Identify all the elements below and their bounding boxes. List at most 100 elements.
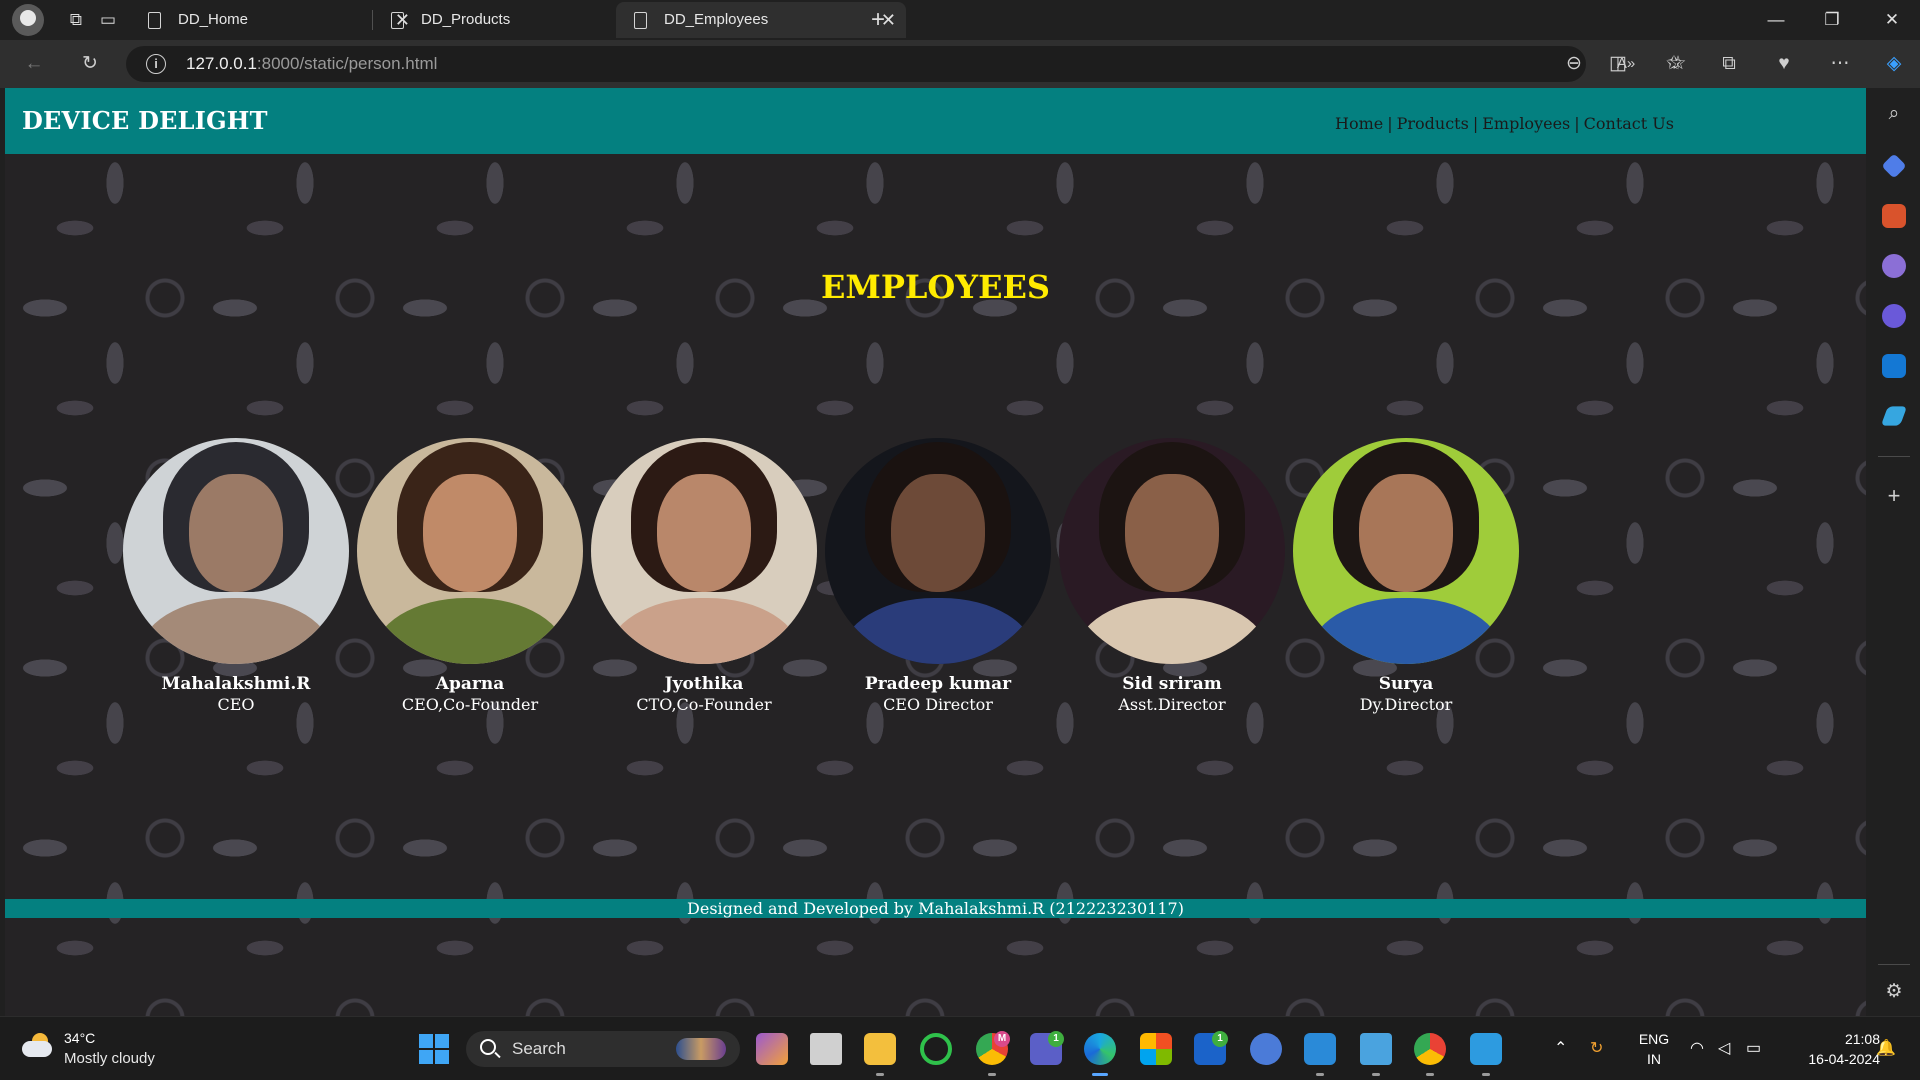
edge-sidebar: ⌕ + ⚙ (1868, 88, 1920, 1016)
file-explorer-icon[interactable] (864, 1033, 896, 1065)
url-text[interactable]: 127.0.0.1:8000/static/person.html (186, 46, 437, 82)
employee-photo (1293, 438, 1519, 664)
nav-employees-link[interactable]: Employees (1482, 114, 1570, 133)
page-icon (391, 12, 404, 29)
taskbar-search-box[interactable]: Search (466, 1031, 740, 1067)
favorites-icon[interactable]: ✩ (1660, 50, 1688, 78)
volume-icon[interactable]: ◁ (1718, 1039, 1730, 1059)
lens-badge: 1 (1212, 1031, 1228, 1047)
nav-home-link[interactable]: Home (1335, 114, 1383, 133)
split-screen-icon[interactable]: ◫ (1604, 50, 1632, 78)
page-title: EMPLOYEES (821, 268, 1050, 306)
microsoft-365-icon[interactable] (1882, 304, 1906, 328)
sync-icon[interactable]: ↻ (1590, 1039, 1603, 1059)
vscode-icon[interactable] (1304, 1033, 1336, 1065)
edge-browser-icon[interactable] (1084, 1033, 1116, 1065)
employee-role: CEO (217, 695, 255, 714)
zoom-icon[interactable]: ⊖ (1560, 50, 1588, 78)
copilot-icon[interactable]: ◈ (1880, 50, 1908, 78)
profile-avatar-icon[interactable] (12, 4, 44, 36)
site-nav: Home | Products | Employees | Contact Us (1335, 114, 1674, 133)
more-options-icon[interactable]: ⋯ (1826, 50, 1854, 78)
page-icon (148, 12, 161, 29)
tab-dd-employees[interactable]: DD_Employees ✕ (616, 2, 906, 38)
search-highlight-image (676, 1038, 726, 1060)
site-footer: Designed and Developed by Mahalakshmi.R … (5, 899, 1866, 918)
web-page: DEVICE DELIGHT Home | Products | Employees | C… (5, 88, 1866, 1016)
weather-temperature[interactable]: 34°C (64, 1030, 95, 1046)
arc-app-icon[interactable] (1250, 1033, 1282, 1065)
employee-name: Pradeep kumar (864, 674, 1012, 694)
sidebar-divider (1878, 456, 1910, 457)
tab-actions-icon[interactable]: ▭ (96, 8, 120, 32)
employee-role: CEO,Co-Founder (401, 695, 539, 714)
send-drop-icon[interactable] (1880, 406, 1908, 426)
nav-contact-link[interactable]: Contact Us (1584, 114, 1674, 133)
employee-photo (123, 438, 349, 664)
clock-time[interactable]: 21:08 (1780, 1031, 1880, 1047)
games-icon[interactable] (1882, 254, 1906, 278)
chrome-icon[interactable] (1414, 1033, 1446, 1065)
back-icon[interactable]: ← (20, 50, 48, 78)
site-header: DEVICE DELIGHT Home | Products | Employees | C… (5, 88, 1866, 154)
microsoft-store-icon[interactable] (1140, 1033, 1172, 1065)
page-icon (634, 12, 647, 29)
refresh-app-icon[interactable] (920, 1033, 952, 1065)
new-tab-icon[interactable]: + (866, 8, 890, 32)
weather-cloud-icon[interactable] (22, 1033, 52, 1057)
employee-card: Aparna CEO,Co-Founder (357, 438, 583, 714)
wifi-icon[interactable]: ◠ (1690, 1039, 1704, 1059)
site-brand[interactable]: DEVICE DELIGHT (22, 106, 268, 135)
sidebar-settings-gear-icon[interactable]: ⚙ (1880, 978, 1908, 1006)
employee-role: CTO,Co-Founder (636, 695, 772, 714)
tab-title: DD_Employees (664, 11, 769, 28)
employee-role: Dy.Director (1359, 695, 1453, 714)
battery-icon[interactable]: ▭ (1746, 1039, 1761, 1059)
employee-name: Jyothika (664, 674, 744, 694)
search-label: Search (512, 1039, 566, 1058)
copilot-preview-app-icon[interactable] (756, 1033, 788, 1065)
sidebar-divider (1878, 964, 1910, 965)
start-windows-icon[interactable] (419, 1034, 449, 1064)
show-hidden-icons-chevron-icon[interactable]: ⌃ (1554, 1039, 1567, 1059)
employee-card: Sid sriram Asst.Director (1059, 438, 1285, 714)
task-view-icon[interactable] (810, 1033, 842, 1065)
weather-description[interactable]: Mostly cloudy (64, 1050, 155, 1067)
employee-name: Surya (1378, 674, 1434, 694)
employee-role: Asst.Director (1118, 695, 1226, 714)
address-bar[interactable]: i 127.0.0.1:8000/static/person.html ⊖ A»… (126, 46, 1687, 82)
close-window-icon[interactable]: ✕ (1880, 6, 1904, 34)
sidebar-search-icon[interactable]: ⌕ (1880, 100, 1908, 128)
nav-separator: | (1574, 114, 1580, 133)
site-info-icon[interactable]: i (146, 54, 166, 74)
browser-essentials-icon[interactable]: ♥ (1770, 50, 1798, 78)
clock-date[interactable]: 16-04-2024 (1780, 1051, 1880, 1067)
workspaces-icon[interactable]: ⧉ (64, 8, 88, 32)
add-sidebar-app-icon[interactable]: + (1880, 482, 1908, 510)
language-indicator[interactable]: ENG (1636, 1031, 1672, 1047)
employee-photo (825, 438, 1051, 664)
employee-photo (357, 438, 583, 664)
outlook-icon[interactable] (1882, 354, 1906, 378)
notification-bell-icon[interactable]: 🔔 (1876, 1039, 1896, 1059)
region-indicator[interactable]: IN (1636, 1051, 1672, 1067)
search-icon (480, 1039, 496, 1055)
nav-products-link[interactable]: Products (1397, 114, 1469, 133)
notepad-icon[interactable] (1360, 1033, 1392, 1065)
refresh-icon[interactable]: ↻ (76, 50, 104, 78)
minimize-icon[interactable]: — (1764, 6, 1788, 34)
restore-icon[interactable]: ❐ (1820, 6, 1844, 34)
tab-title: DD_Home (178, 11, 249, 28)
tab-title: DD_Products (421, 11, 511, 28)
chrome-profile-badge: M (994, 1031, 1010, 1047)
employee-card: Mahalakshmi.R CEO (123, 438, 349, 714)
employee-card: Jyothika CTO,Co-Founder (591, 438, 817, 714)
tools-briefcase-icon[interactable] (1882, 204, 1906, 228)
nav-separator: | (1472, 114, 1479, 133)
employee-name: Sid sriram (1122, 674, 1222, 694)
shopping-tag-icon[interactable] (1881, 153, 1907, 179)
employee-card: Pradeep kumar CEO Director (825, 438, 1051, 714)
employee-role: CEO Director (883, 695, 993, 714)
photos-icon[interactable] (1470, 1033, 1502, 1065)
collections-icon[interactable]: ⧉ (1715, 50, 1743, 78)
